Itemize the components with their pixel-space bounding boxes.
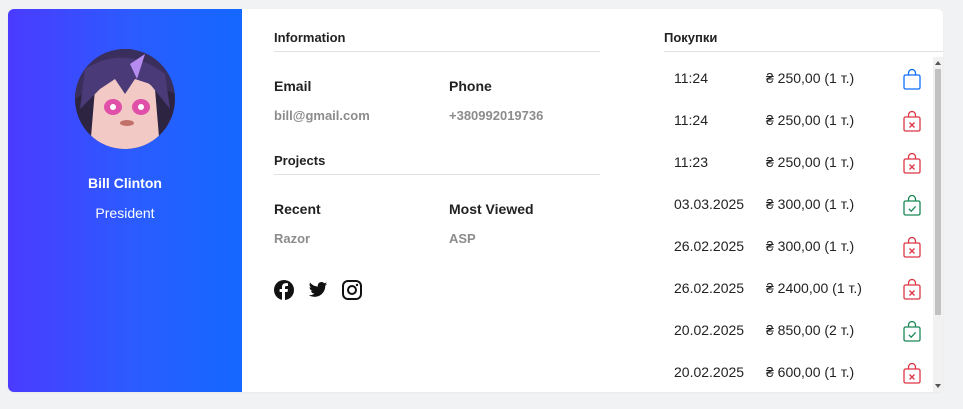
facebook-icon[interactable] [274,280,294,300]
purchase-time: 26.02.2025 [674,280,745,296]
bag-check-icon [902,320,922,342]
divider [274,174,600,175]
instagram-icon[interactable] [342,280,362,300]
purchase-row[interactable]: 20.02.2025 ₴ 600,00 (1 т.) [674,362,924,386]
bag-x-icon [902,152,922,174]
avatar [75,49,175,149]
purchase-time: 03.03.2025 [674,196,745,212]
purchase-row[interactable]: 11:23 ₴ 250,00 (1 т.) [674,152,924,176]
purchase-row[interactable]: 20.02.2025 ₴ 850,00 (2 т.) [674,320,924,344]
email-value: bill@gmail.com [274,108,370,123]
scrollbar[interactable] [933,57,943,392]
purchases-heading: Покупки [664,30,718,45]
purchases-list[interactable]: 11:24 ₴ 250,00 (1 т.) 11:24 ₴ 250,00 (1 т.)… [664,57,934,392]
purchase-time: 20.02.2025 [674,364,745,380]
profile-details: Information Email bill@gmail.com Phone +… [274,9,600,392]
purchase-price: ₴ 600,00 (1 т.) [766,364,855,380]
purchase-row[interactable]: 11:24 ₴ 250,00 (1 т.) [674,68,924,92]
most-viewed-value: ASP [449,231,476,246]
phone-label: Phone [449,78,492,94]
purchase-row[interactable]: 26.02.2025 ₴ 300,00 (1 т.) [674,236,924,260]
divider [274,51,600,52]
shopping-bag-icon [902,68,922,90]
bag-x-icon [902,278,922,300]
bag-x-icon [902,362,922,384]
purchase-price: ₴ 300,00 (1 т.) [766,196,855,212]
purchase-time: 11:23 [674,154,708,170]
purchase-time: 11:24 [674,112,708,128]
email-label: Email [274,78,312,94]
bag-check-icon [902,194,922,216]
purchase-time: 20.02.2025 [674,322,745,338]
profile-role: President [95,205,155,221]
purchase-row[interactable]: 26.02.2025 ₴ 2400,00 (1 т.) [674,278,924,302]
purchase-price: ₴ 2400,00 (1 т.) [766,280,862,296]
purchases-panel: Покупки 11:24 ₴ 250,00 (1 т.) 11:24 ₴ 250,0… [664,9,943,392]
purchase-price: ₴ 300,00 (1 т.) [766,238,855,254]
purchase-price: ₴ 250,00 (1 т.) [766,70,855,86]
social-links [274,280,362,300]
recent-label: Recent [274,201,321,217]
purchase-price: ₴ 850,00 (2 т.) [766,322,855,338]
twitter-icon[interactable] [308,280,328,300]
projects-heading: Projects [274,153,326,168]
purchase-price: ₴ 250,00 (1 т.) [766,154,855,170]
scroll-down-arrow[interactable] [935,384,941,388]
bag-x-icon [902,236,922,258]
bag-x-icon [902,110,922,132]
purchase-price: ₴ 250,00 (1 т.) [766,112,855,128]
scroll-up-arrow[interactable] [935,61,941,65]
scrollbar-thumb[interactable] [935,69,941,315]
purchase-row[interactable]: 03.03.2025 ₴ 300,00 (1 т.) [674,194,924,218]
phone-value: +380992019736 [449,108,544,123]
information-heading: Information [274,30,346,45]
profile-card: Bill Clinton President Information Email… [8,9,943,392]
purchase-time: 11:24 [674,70,708,86]
purchase-time: 26.02.2025 [674,238,745,254]
most-viewed-label: Most Viewed [449,201,534,217]
profile-name: Bill Clinton [88,175,162,191]
divider [664,51,943,52]
purchase-row[interactable]: 11:24 ₴ 250,00 (1 т.) [674,110,924,134]
recent-value: Razor [274,231,311,246]
profile-sidebar: Bill Clinton President [8,9,242,392]
